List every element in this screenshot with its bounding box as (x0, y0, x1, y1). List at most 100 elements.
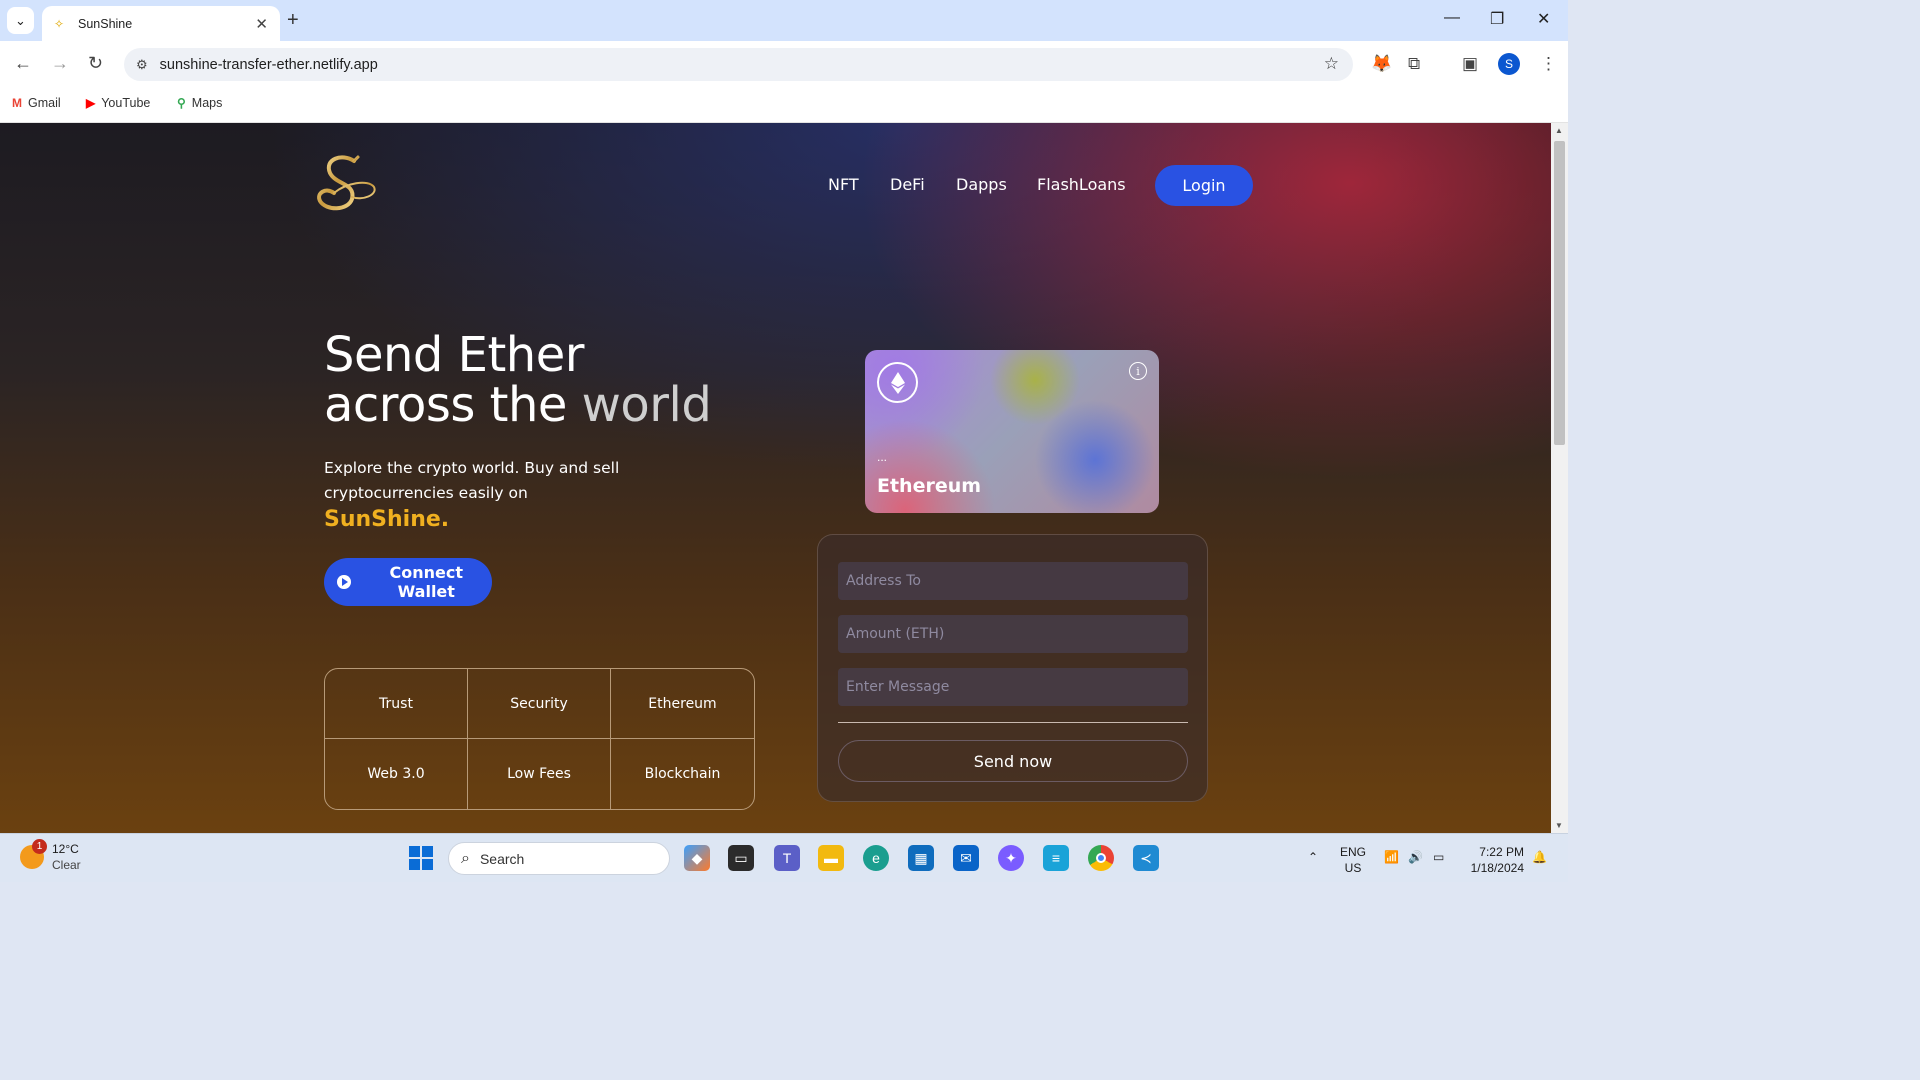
scroll-up-icon[interactable]: ▲ (1555, 126, 1563, 135)
connect-wallet-label: Connect Wallet (389, 563, 464, 601)
lang-line-2: US (1344, 861, 1362, 875)
profile-avatar[interactable]: S (1498, 53, 1520, 75)
taskbar-search[interactable]: ⌕ Search (448, 842, 670, 875)
battery-icon[interactable]: ▭ (1433, 849, 1444, 865)
scroll-down-icon[interactable]: ▼ (1555, 821, 1563, 830)
chevron-down-icon: ⌄ (15, 12, 26, 28)
address-input[interactable]: Address To (838, 562, 1188, 600)
windows-start-icon[interactable] (408, 845, 434, 871)
browser-tab[interactable]: ✧ SunShine ✕ (42, 6, 280, 41)
site-info-icon[interactable]: ⚙ (136, 57, 148, 73)
hero-line-1: Send Ether (324, 327, 584, 383)
extensions-icon[interactable]: ⧉ (1408, 54, 1420, 74)
hero-line-2: across the world (324, 377, 712, 433)
connect-wallet-button[interactable]: Connect Wallet (324, 558, 492, 606)
nav-dapps[interactable]: Dapps (956, 175, 1007, 194)
login-button[interactable]: Login (1155, 165, 1253, 206)
bookmarks-bar: M Gmail ▶ YouTube ⚲ Maps (0, 88, 1568, 123)
lang-line-1: ENG (1340, 845, 1367, 859)
metamask-icon[interactable]: 🦊 (1371, 54, 1392, 74)
tab-search-button[interactable]: ⌄ (7, 7, 34, 34)
teams-icon[interactable]: T (774, 845, 800, 871)
bookmark-star-icon[interactable]: ☆ (1324, 54, 1339, 74)
gmail-icon: M (12, 96, 22, 110)
brand-name: SunShine. (324, 507, 450, 532)
new-tab-icon[interactable]: + (287, 9, 299, 32)
taskbar: 1 12°C Clear ⌕ Search ◆ ▭ T ▬ e ▦ ✉ ✦ ≡ ≺… (0, 833, 1568, 882)
feature-cell: Security (468, 669, 611, 739)
vscode-icon[interactable]: ≺ (1133, 845, 1159, 871)
nav-flashloans[interactable]: FlashLoans (1037, 175, 1126, 194)
weather-badge: 1 (32, 839, 47, 854)
tab-strip: ⌄ ✧ SunShine ✕ + — ❐ ✕ (0, 0, 1568, 41)
amount-input[interactable]: Amount (ETH) (838, 615, 1188, 653)
mail-icon[interactable]: ✉ (953, 845, 979, 871)
page-viewport: NFT DeFi Dapps FlashLoans Login Send Eth… (0, 123, 1551, 833)
hero-line-2-a: across the (324, 377, 582, 433)
bookmark-label: Maps (191, 96, 223, 110)
language-indicator[interactable]: ENG US (1340, 844, 1366, 876)
feature-cell: Blockchain (644, 766, 721, 782)
weather-widget[interactable]: 1 12°C Clear (20, 839, 81, 873)
bookmark-gmail[interactable]: M Gmail (12, 96, 61, 110)
notepad-icon[interactable]: ≡ (1043, 845, 1069, 871)
hero-line-2-b: world (581, 377, 712, 433)
nav-nft[interactable]: NFT (828, 175, 859, 194)
feature-cell: Low Fees (468, 739, 611, 809)
sunshine-logo[interactable] (312, 153, 378, 215)
ethereum-card: i ... Ethereum (865, 350, 1159, 513)
card-network: Ethereum (877, 475, 982, 497)
menu-icon[interactable]: ⋮ (1540, 54, 1557, 74)
info-icon[interactable]: i (1129, 362, 1147, 380)
feature-cell: Ethereum (611, 669, 754, 739)
nav-defi[interactable]: DeFi (890, 175, 925, 194)
weather-desc: Clear (52, 858, 81, 872)
hero-subtitle: Explore the crypto world. Buy and sell c… (324, 459, 620, 502)
maps-pin-icon: ⚲ (177, 96, 186, 110)
clock[interactable]: 7:22 PM 1/18/2024 (1464, 844, 1524, 876)
features-grid: Trust Security Ethereum Web 3.0 Low Fees… (324, 668, 755, 810)
minimize-icon[interactable]: — (1444, 9, 1460, 27)
window-close-icon[interactable]: ✕ (1537, 9, 1550, 29)
copilot-app-icon[interactable]: ✦ (998, 845, 1024, 871)
task-view-icon[interactable]: ▭ (728, 845, 754, 871)
tab-title: SunShine (78, 16, 133, 31)
weather-temp: 12°C (52, 842, 79, 856)
wifi-icon[interactable]: 📶 (1384, 849, 1399, 865)
page-scrollbar[interactable]: ▲ ▼ (1551, 123, 1568, 833)
browser-toolbar: ← → ↻ ⚙ sunshine-transfer-ether.netlify.… (0, 41, 1568, 88)
weather-moon-icon: 1 (20, 839, 47, 869)
hero-title: Send Ether across the world (324, 327, 712, 433)
notifications-icon[interactable]: 🔔 (1532, 849, 1547, 865)
card-address: ... (877, 450, 888, 464)
chrome-icon[interactable] (1088, 845, 1114, 871)
bookmark-label: YouTube (101, 96, 151, 110)
edge-icon[interactable]: e (863, 845, 889, 871)
url-text: sunshine-transfer-ether.netlify.app (159, 56, 378, 73)
close-tab-icon[interactable]: ✕ (255, 15, 268, 33)
sunshine-favicon-icon: ✧ (54, 16, 65, 31)
youtube-icon: ▶ (86, 96, 96, 110)
bookmark-youtube[interactable]: ▶ YouTube (86, 96, 150, 110)
scrollbar-thumb[interactable] (1554, 141, 1565, 445)
ethereum-icon (877, 362, 918, 403)
store-icon[interactable]: ▦ (908, 845, 934, 871)
side-panel-icon[interactable]: ▣ (1462, 54, 1478, 74)
copilot-icon[interactable]: ◆ (684, 845, 710, 871)
restore-icon[interactable]: ❐ (1490, 9, 1504, 29)
reload-icon[interactable]: ↻ (88, 53, 103, 74)
address-bar[interactable]: ⚙ sunshine-transfer-ether.netlify.app ☆ (124, 48, 1353, 81)
search-icon: ⌕ (461, 849, 470, 867)
feature-cell: Web 3.0 (325, 739, 468, 809)
bookmark-maps[interactable]: ⚲ Maps (177, 96, 222, 110)
transfer-form: Address To Amount (ETH) Enter Message Se… (817, 534, 1208, 802)
message-input[interactable]: Enter Message (838, 668, 1188, 706)
volume-icon[interactable]: 🔊 (1408, 849, 1423, 865)
taskbar-search-label: Search (479, 850, 525, 867)
file-explorer-icon[interactable]: ▬ (818, 845, 844, 871)
tray-overflow-icon[interactable]: ⌃ (1308, 849, 1318, 865)
back-icon[interactable]: ← (14, 53, 32, 74)
forward-icon[interactable]: → (51, 53, 69, 74)
send-now-button[interactable]: Send now (838, 740, 1188, 782)
bookmark-label: Gmail (28, 96, 61, 110)
